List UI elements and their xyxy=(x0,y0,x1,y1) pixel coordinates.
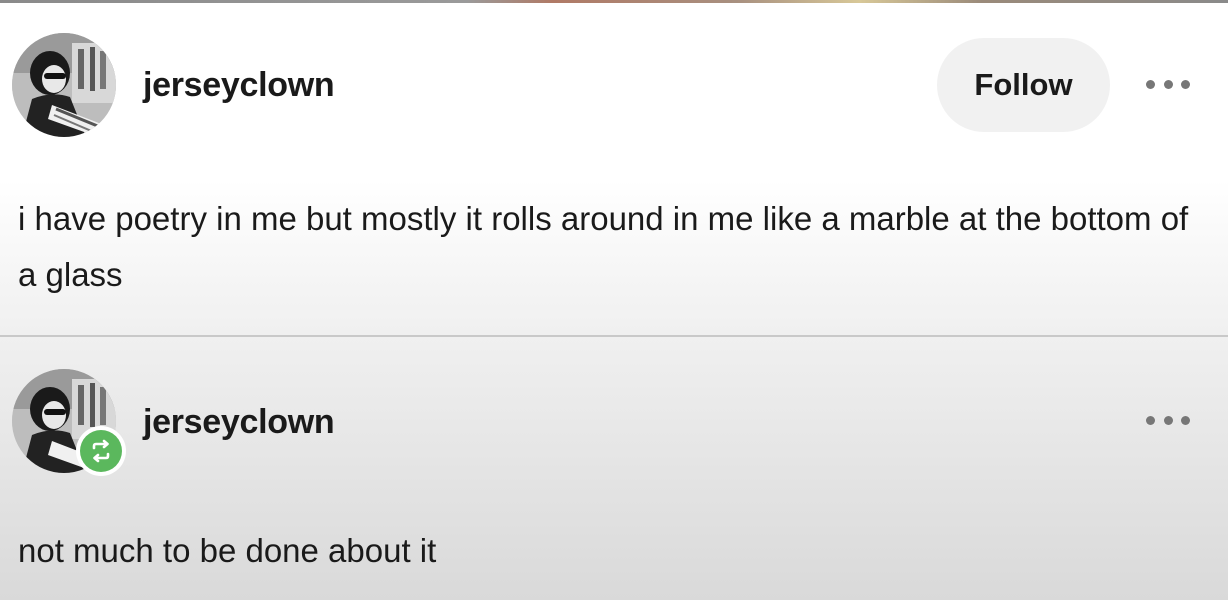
avatar-image xyxy=(12,33,116,137)
reblog-badge xyxy=(76,426,126,476)
dot xyxy=(1146,415,1155,425)
dot xyxy=(1163,79,1173,89)
post-reblog: jerseyclown not much to be done about it xyxy=(0,337,1228,600)
post-original: jerseyclown Follow i have poetry in me b… xyxy=(0,3,1228,335)
reblog-icon xyxy=(80,430,122,472)
more-options-icon[interactable] xyxy=(1140,405,1196,435)
username[interactable]: jerseyclown xyxy=(143,403,335,442)
dot xyxy=(1163,415,1173,425)
follow-button[interactable]: Follow xyxy=(937,38,1110,132)
post-body: not much to be done about it xyxy=(18,532,437,569)
dot xyxy=(1146,79,1155,89)
dot xyxy=(1181,415,1190,425)
username[interactable]: jerseyclown xyxy=(143,66,335,105)
avatar[interactable] xyxy=(12,33,116,137)
more-options-icon[interactable] xyxy=(1140,69,1196,99)
post-body: i have poetry in me but mostly it rolls … xyxy=(18,200,1189,293)
dot xyxy=(1181,79,1190,89)
